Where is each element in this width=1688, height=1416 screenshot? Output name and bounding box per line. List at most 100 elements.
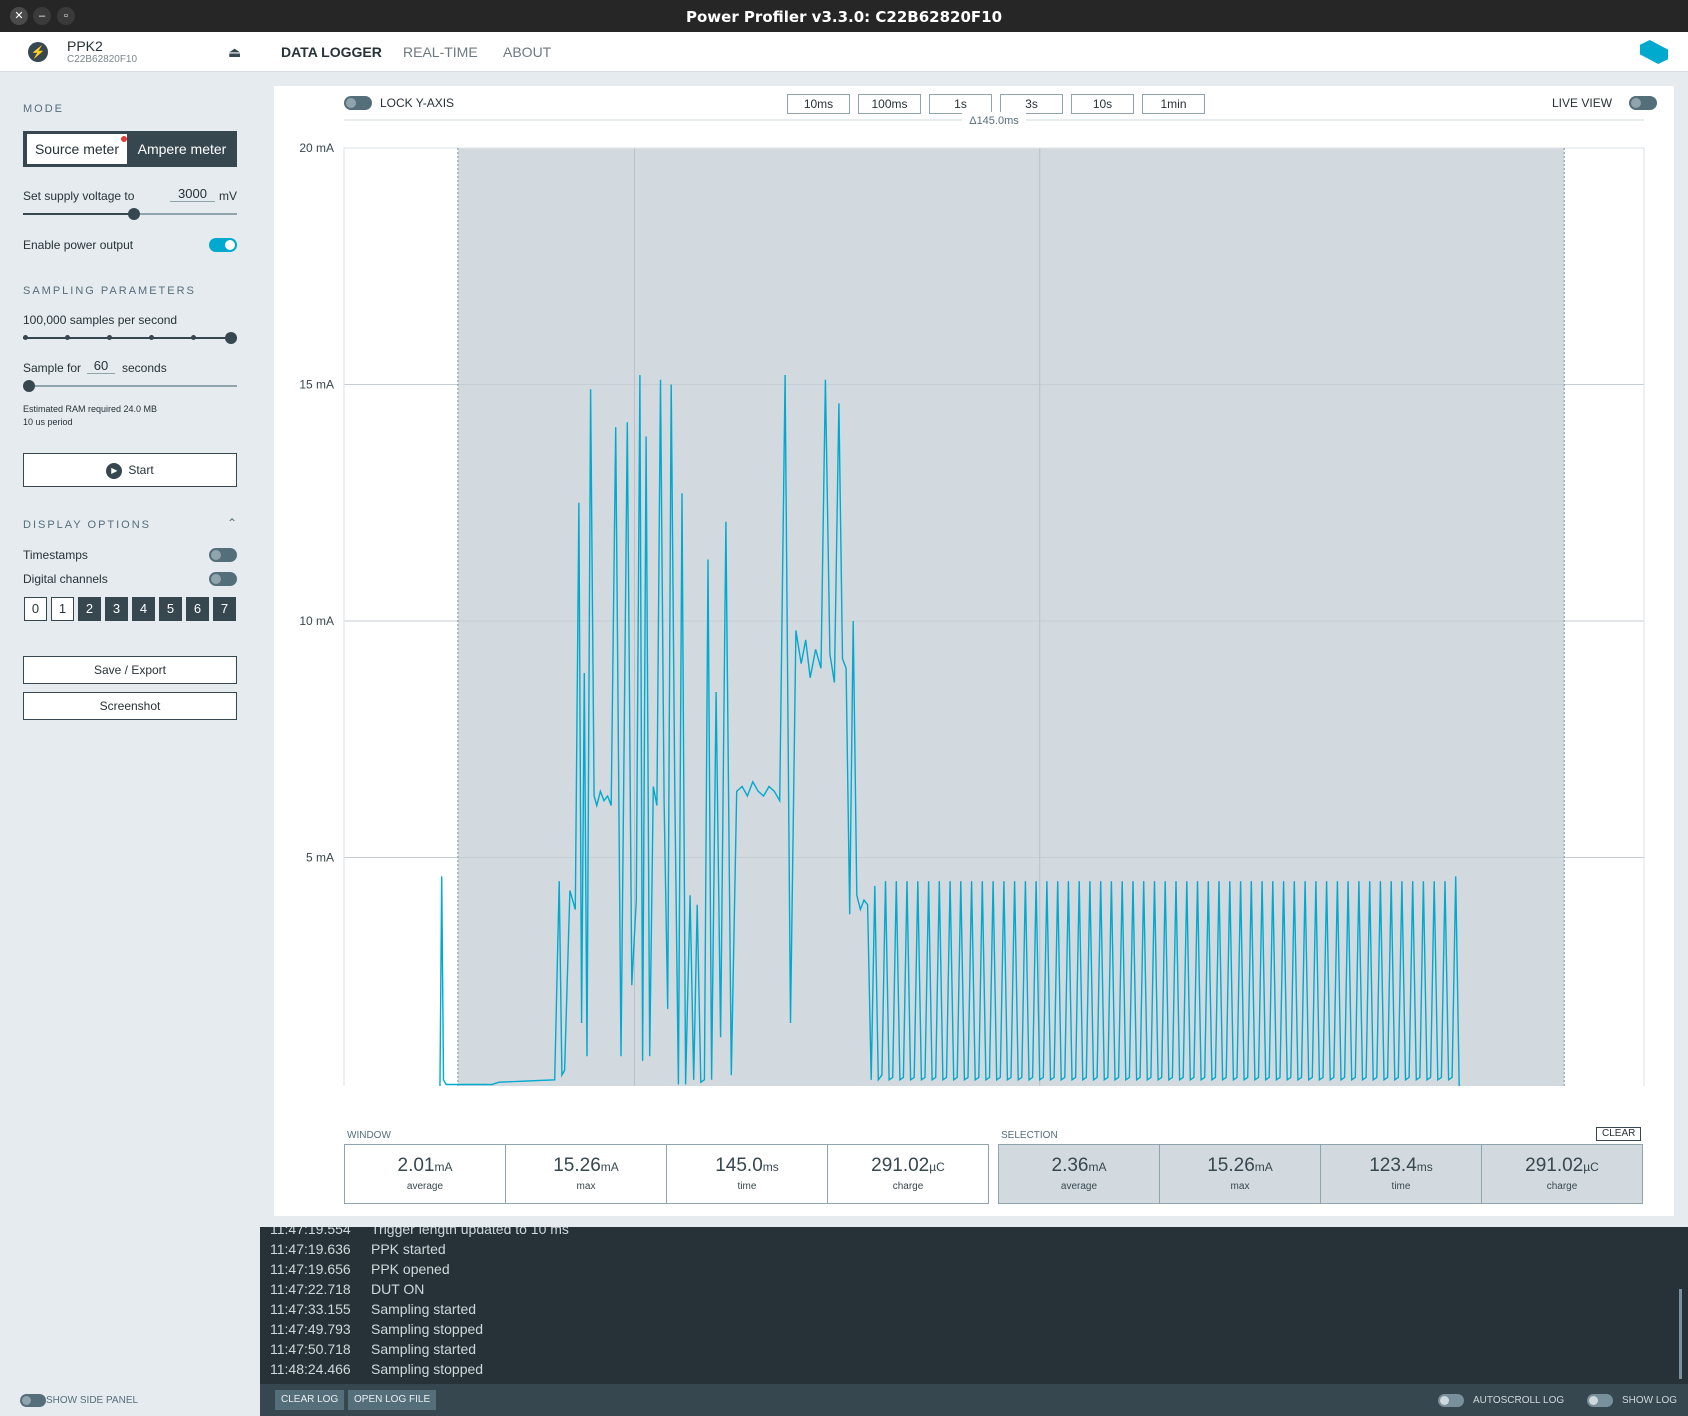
log-message: Sampling started (371, 1341, 477, 1357)
slider-tick (107, 335, 112, 340)
sample-for-unit: seconds (122, 361, 167, 375)
nordic-logo-icon (1640, 40, 1668, 64)
show-side-panel-toggle[interactable] (20, 1394, 46, 1407)
chevron-up-icon[interactable]: ⌃ (227, 516, 237, 530)
log-message: PPK opened (371, 1261, 450, 1277)
autoscroll-log-label: AUTOSCROLL LOG (1473, 1395, 1565, 1406)
log-message: Sampling stopped (371, 1361, 484, 1377)
timestamps-label: Timestamps (23, 548, 88, 562)
stat-unit: µC (929, 1160, 945, 1174)
channel-2-button[interactable]: 2 (78, 597, 101, 621)
selection-region (457, 148, 1565, 1086)
stat-value: 123.4 (1369, 1155, 1417, 1176)
sample-for-label: Sample for (23, 361, 82, 375)
selection-charge-stat: 291.02µC charge (1481, 1144, 1643, 1204)
slider-tick (191, 335, 196, 340)
supply-voltage-unit: mV (219, 189, 237, 203)
show-log-label: SHOW LOG (1622, 1395, 1678, 1406)
stat-unit: mA (434, 1160, 453, 1174)
selection-max-stat: 15.26mA max (1159, 1144, 1321, 1204)
window-titlebar: ✕ – ▫ Power Profiler v3.3.0: C22B62820F1… (0, 0, 1688, 32)
sample-duration-slider[interactable] (23, 385, 237, 387)
show-log-toggle[interactable] (1587, 1394, 1613, 1407)
digital-channels-label: Digital channels (23, 572, 108, 586)
stat-value: 145.0 (715, 1155, 763, 1176)
stat-unit: ms (762, 1160, 779, 1174)
digital-channels-toggle[interactable] (209, 572, 237, 586)
stat-value: 15.26 (1207, 1155, 1255, 1176)
log-entry: 11:47:49.793 Sampling stopped (270, 1321, 483, 1337)
sample-rate-label: 100,000 samples per second (23, 313, 178, 327)
log-message: Sampling started (371, 1301, 477, 1317)
stat-value: 2.01 (397, 1155, 435, 1176)
log-timestamp: 11:48:24.466 (270, 1361, 351, 1377)
open-log-file-button[interactable]: OPEN LOG FILE (348, 1390, 437, 1410)
supply-slider-handle[interactable] (128, 208, 141, 220)
side-panel: MODE Source meter Ampere meter Set suppl… (0, 72, 260, 1384)
eject-icon[interactable]: ⏏ (228, 44, 241, 61)
stat-value: 2.36 (1051, 1155, 1089, 1176)
tab-data-logger[interactable]: DATA LOGGER (281, 44, 382, 60)
lightning-icon[interactable]: ⚡ (28, 42, 48, 62)
sample-rate-slider[interactable] (23, 337, 237, 339)
channel-1-button[interactable]: 1 (51, 597, 74, 621)
screenshot-button[interactable]: Screenshot (23, 692, 237, 720)
save-export-button[interactable]: Save / Export (23, 656, 237, 684)
channel-6-button[interactable]: 6 (186, 597, 209, 621)
selection-time-stat: 123.4ms time (1320, 1144, 1482, 1204)
window-delta-label: Δ145.0ms (969, 115, 1019, 127)
y-tick-label: 10 mA (299, 614, 334, 628)
timestamps-toggle[interactable] (209, 548, 237, 562)
log-timestamp: 11:47:33.155 (270, 1301, 351, 1317)
stat-key: time (1391, 1181, 1411, 1192)
channel-3-button[interactable]: 3 (105, 597, 128, 621)
log-timestamp: 11:47:22.718 (270, 1281, 351, 1297)
source-meter-option[interactable]: Source meter (27, 134, 127, 164)
log-entry: 11:47:50.718 Sampling started (270, 1341, 476, 1357)
log-message: PPK started (371, 1241, 446, 1257)
window-time-stat: 145.0ms time (666, 1144, 828, 1204)
y-tick-label: 15 mA (299, 378, 334, 392)
stat-unit: µC (1583, 1160, 1599, 1174)
supply-slider-fill (23, 213, 135, 215)
enable-power-toggle[interactable] (209, 238, 237, 252)
sample-duration-input[interactable]: 60 (87, 358, 115, 374)
mode-selector: Source meter Ampere meter (23, 131, 237, 167)
channel-7-button[interactable]: 7 (213, 597, 236, 621)
ram-estimate: Estimated RAM required 24.0 MB (23, 404, 158, 414)
device-name[interactable]: PPK2 (67, 38, 103, 54)
log-timestamp: 11:47:19.656 (270, 1261, 351, 1277)
log-entry: 11:47:19.656 PPK opened (270, 1261, 450, 1277)
channel-5-button[interactable]: 5 (159, 597, 182, 621)
start-button[interactable]: ▶ Start (23, 453, 237, 487)
clear-log-button[interactable]: CLEAR LOG (275, 1390, 345, 1410)
tab-about[interactable]: ABOUT (503, 44, 551, 60)
channel-0-button[interactable]: 0 (24, 597, 47, 621)
stat-key: max (576, 1181, 596, 1192)
stat-key: average (1060, 1181, 1098, 1192)
show-side-panel-label: SHOW SIDE PANEL (46, 1395, 139, 1406)
sample-duration-handle[interactable] (23, 380, 35, 392)
sample-rate-handle[interactable] (225, 332, 237, 344)
mode-heading: MODE (23, 103, 64, 115)
window-title: Power Profiler v3.3.0: C22B62820F10 (685, 8, 1003, 26)
autoscroll-log-toggle[interactable] (1438, 1394, 1464, 1407)
log-scrollbar[interactable] (1679, 1289, 1682, 1379)
slider-tick (65, 335, 70, 340)
log-timestamp: 11:47:49.793 (270, 1321, 351, 1337)
selection-average-stat: 2.36mA average (998, 1144, 1160, 1204)
supply-voltage-input[interactable]: 3000 (170, 186, 215, 202)
ampere-meter-option[interactable]: Ampere meter (129, 134, 235, 164)
stat-unit: mA (1088, 1160, 1107, 1174)
selection-stats-label: SELECTION (1001, 1130, 1058, 1141)
chart-panel: LOCK Y-AXIS 10ms 100ms 1s 3s 10s 1min LI… (274, 86, 1674, 1216)
log-entry: 11:47:22.718 DUT ON (270, 1281, 424, 1297)
tab-real-time[interactable]: REAL-TIME (403, 44, 478, 60)
enable-power-label: Enable power output (23, 238, 134, 252)
stat-key: charge (892, 1181, 924, 1192)
window-max-stat: 15.26mA max (505, 1144, 667, 1204)
clear-selection-button[interactable]: CLEAR (1596, 1127, 1642, 1141)
stat-unit: ms (1416, 1160, 1433, 1174)
channel-4-button[interactable]: 4 (132, 597, 155, 621)
current-chart[interactable]: 0 µA5 mA10 mA15 mA20 mAΔ145.0msΔ123.4ms (274, 86, 1674, 1086)
